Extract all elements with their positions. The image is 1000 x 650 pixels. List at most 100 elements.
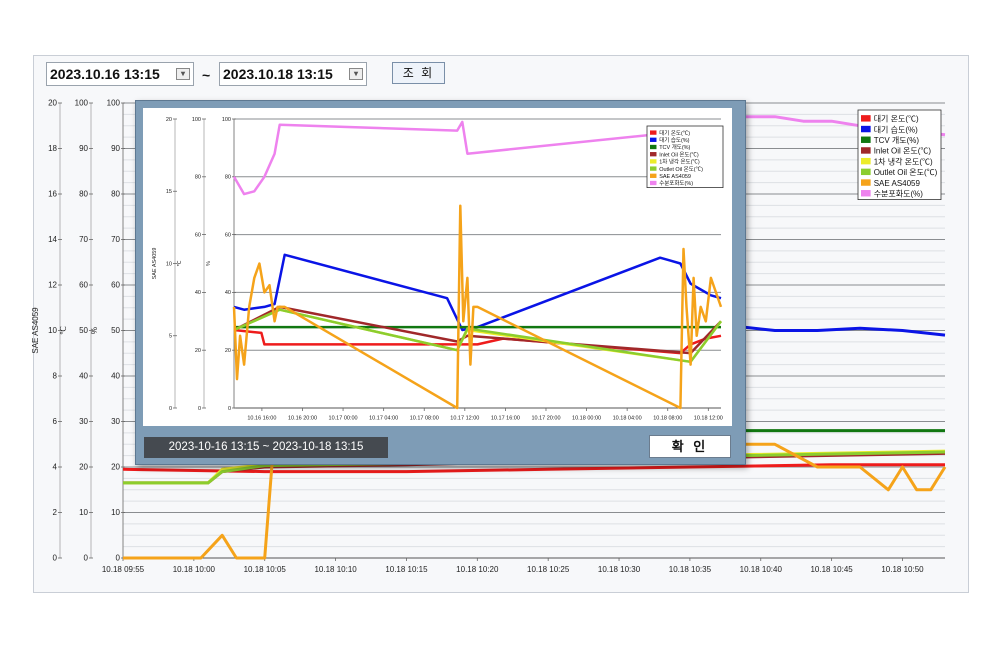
legend-swatch [650, 130, 657, 135]
legend-label: SAE AS4059 [874, 179, 921, 188]
legend-label: TCV 개도(%) [659, 143, 690, 151]
y-tick-label: 0 [53, 554, 58, 563]
y-tick-label: 80 [79, 190, 88, 199]
legend-swatch [650, 173, 657, 178]
y-tick-label: 60 [111, 281, 120, 290]
legend-swatch [650, 137, 657, 142]
legend-swatch [861, 168, 871, 176]
x-tick-label: 10.17 08:00 [410, 416, 439, 422]
y-tick-label: 20 [195, 348, 201, 354]
legend-label: 수분포화도(%) [874, 189, 924, 198]
legend-label: Inlet Oil 온도(℃) [659, 151, 699, 158]
legend-swatch [861, 157, 871, 165]
legend-label: 대기 온도(℃) [874, 115, 919, 124]
y-tick-label: 80 [111, 190, 120, 199]
y-tick-label: 20 [225, 348, 231, 354]
y-axis-title: ℃ [177, 260, 183, 267]
y-tick-label: 50 [111, 326, 120, 335]
x-tick-label: 10.18 10:20 [456, 565, 499, 574]
y-tick-label: 70 [111, 235, 120, 244]
y-tick-label: 10 [166, 261, 172, 267]
legend-label: 수분포화도(%) [659, 180, 693, 187]
legend-swatch [861, 136, 871, 143]
x-tick-label: 10.17 12:00 [450, 416, 479, 422]
y-tick-label: 14 [48, 235, 57, 244]
legend-swatch [650, 180, 657, 186]
x-tick-label: 10.17 04:00 [369, 416, 398, 422]
x-tick-label: 10.18 10:45 [810, 565, 853, 574]
y-tick-label: 20 [48, 99, 57, 108]
legend-swatch [650, 152, 657, 157]
legend-label: Outlet Oil 온도(℃) [874, 168, 938, 177]
x-tick-label: 10.18 10:35 [669, 565, 712, 574]
x-tick-label: 10.17 16:00 [491, 416, 520, 422]
x-tick-label: 10.18 04:00 [613, 416, 642, 422]
x-tick-label: 10.16 20:00 [288, 416, 317, 422]
y-axis-title: % [206, 261, 212, 266]
y-tick-label: 4 [53, 463, 58, 472]
y-tick-label: 16 [48, 190, 57, 199]
y-tick-label: 0 [84, 554, 89, 563]
y-tick-label: 60 [225, 232, 231, 238]
legend-label: Outlet Oil 온도(℃) [659, 166, 703, 173]
legend-label: 1차 냉각 온도(℃) [659, 158, 700, 166]
y-tick-label: 30 [111, 417, 120, 426]
y-tick-label: 20 [166, 117, 172, 123]
legend-swatch [861, 125, 871, 133]
legend-swatch [861, 190, 871, 197]
x-tick-label: 10.18 10:00 [173, 565, 216, 574]
legend-label: 1차 냉각 온도(℃) [874, 156, 933, 166]
y-tick-label: 10 [79, 508, 88, 517]
y-tick-label: 80 [195, 175, 201, 181]
legend-label: TCV 개도(%) [874, 135, 920, 145]
y-tick-label: 0 [228, 406, 231, 412]
legend-label: SAE AS4059 [659, 174, 691, 180]
y-tick-label: 40 [195, 290, 201, 296]
y-tick-label: 60 [195, 232, 201, 238]
legend-label: 대기 습도(%) [659, 136, 689, 144]
legend-label: 대기 습도(%) [874, 125, 918, 134]
x-tick-label: 10.17 20:00 [531, 416, 560, 422]
x-tick-label: 10.18 08:00 [653, 416, 682, 422]
y-tick-label: 40 [111, 372, 120, 381]
x-tick-label: 10.18 10:30 [598, 565, 641, 574]
y-tick-label: 70 [79, 235, 88, 244]
y-tick-label: 40 [225, 290, 231, 296]
x-tick-label: 10.18 09:55 [102, 565, 145, 574]
y-tick-label: 60 [79, 281, 88, 290]
y-tick-label: 40 [79, 372, 88, 381]
y-tick-label: 20 [79, 463, 88, 472]
y-tick-label: 6 [53, 417, 58, 426]
x-tick-label: 10.18 00:00 [572, 416, 601, 422]
x-tick-label: 10.18 10:15 [385, 565, 428, 574]
y-tick-label: 30 [79, 417, 88, 426]
legend-swatch [861, 147, 871, 154]
y-tick-label: 80 [225, 175, 231, 181]
legend-label: 대기 온도(℃) [659, 129, 690, 137]
y-tick-label: 100 [192, 117, 201, 123]
y-tick-label: 20 [111, 463, 120, 472]
legend-swatch [650, 166, 657, 171]
legend-swatch [861, 115, 871, 122]
legend-label: Inlet Oil 온도(℃) [874, 147, 932, 156]
x-tick-label: 10.18 10:50 [881, 565, 924, 574]
y-tick-label: 12 [48, 281, 57, 290]
y-tick-label: 0 [116, 554, 121, 563]
y-axis-title: SAE AS4059 [152, 248, 158, 280]
series-line-sae [232, 204, 723, 410]
x-tick-label: 10.18 10:05 [244, 565, 287, 574]
popup-trend-chart: 0 5 10 15 20 SAE AS4059 0 20 40 60 80 100 ℃ 0 20 40 60 80… [152, 117, 724, 422]
legend-swatch [650, 159, 657, 164]
y-tick-label: 50 [79, 326, 88, 335]
x-tick-label: 10.18 12:00 [694, 416, 723, 422]
legend-swatch [650, 144, 657, 150]
y-tick-label: 0 [169, 406, 172, 412]
x-tick-label: 10.18 10:10 [314, 565, 357, 574]
y-axis-title: SAE AS4059 [31, 307, 40, 354]
x-tick-label: 10.17 00:00 [329, 416, 358, 422]
y-tick-label: 5 [169, 334, 172, 340]
y-tick-label: 90 [79, 144, 88, 153]
y-tick-label: 0 [198, 406, 201, 412]
y-tick-label: 10 [111, 508, 120, 517]
confirm-button[interactable]: 확 인 [649, 435, 731, 458]
